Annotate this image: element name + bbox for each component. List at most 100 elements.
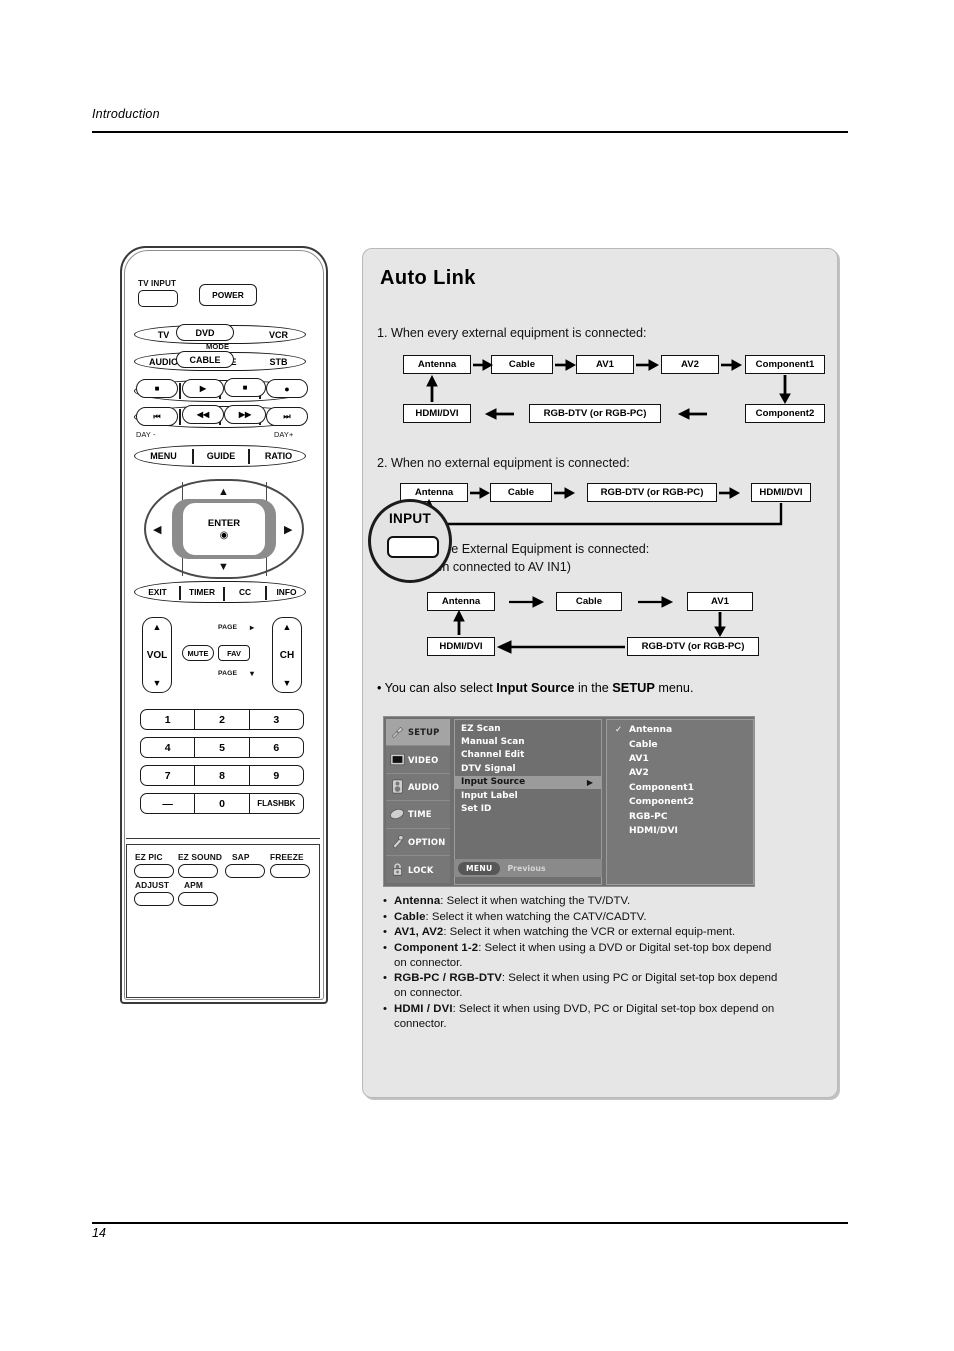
record-stop-icon[interactable]: ■ xyxy=(224,378,266,397)
osd-item-input-source[interactable]: Input Source ▶ xyxy=(455,775,601,789)
osd-item-ez-scan[interactable]: EZ Scan xyxy=(455,722,601,735)
fav-button[interactable]: FAV xyxy=(218,645,250,661)
mode-vcr-button[interactable]: VCR xyxy=(250,326,307,343)
key-0[interactable]: 0 xyxy=(195,794,250,813)
chevron-right-icon: ▶ xyxy=(586,777,593,787)
osd-category-setup[interactable]: SETUP xyxy=(386,719,450,747)
osd-source-av2-label: AV2 xyxy=(629,768,649,779)
rewind-icon[interactable]: ◀◀ xyxy=(182,405,224,424)
key-3[interactable]: 3 xyxy=(250,710,303,729)
page-down-label: PAGE xyxy=(218,670,238,677)
play-icon[interactable]: ▶ xyxy=(182,379,224,398)
skip-back-icon[interactable]: ⏮ xyxy=(136,407,178,426)
ratio-button[interactable]: RATIO xyxy=(250,446,307,466)
osd-item-dtv-signal[interactable]: DTV Signal xyxy=(455,762,601,775)
input-button[interactable] xyxy=(387,536,439,558)
channel-down-icon[interactable]: ▼ xyxy=(283,678,292,688)
channel-rocker[interactable]: ▲ CH ▼ xyxy=(272,617,302,693)
key-5[interactable]: 5 xyxy=(195,738,250,757)
ez-sound-button[interactable] xyxy=(178,864,218,878)
tv-input-button[interactable] xyxy=(138,290,178,307)
timer-button[interactable]: TIMER xyxy=(180,582,224,602)
cc-button[interactable]: CC xyxy=(224,582,266,602)
mode-stb-button[interactable]: STB xyxy=(250,353,307,370)
key-4[interactable]: 4 xyxy=(141,738,196,757)
key-dash[interactable]: — xyxy=(141,794,196,813)
header-divider xyxy=(92,131,848,133)
osd-category-time[interactable]: TIME xyxy=(386,801,450,829)
page-up-icon[interactable]: ▸ xyxy=(250,623,254,632)
skip-forward-icon[interactable]: ⏭ xyxy=(266,407,308,426)
osd-source-component1[interactable]: Component1 xyxy=(607,781,753,795)
menu-button[interactable]: MENU xyxy=(135,446,192,466)
osd-source-antenna-label: Antenna xyxy=(629,725,673,736)
record-icon[interactable]: ● xyxy=(266,379,308,398)
osd-source-cable[interactable]: Cable xyxy=(607,737,753,751)
osd-category-video[interactable]: VIDEO xyxy=(386,746,450,774)
stop-icon[interactable]: ■ xyxy=(136,379,178,398)
keypad-row-4: — 0 FLASHBK xyxy=(140,793,304,814)
freeze-label: FREEZE xyxy=(270,852,304,862)
info-button[interactable]: INFO xyxy=(266,582,307,602)
osd-item-set-id[interactable]: Set ID xyxy=(455,802,601,815)
osd-source-hdmi-dvi[interactable]: HDMI/DVI xyxy=(607,824,753,838)
freeze-button[interactable] xyxy=(270,864,310,878)
osd-category-lock[interactable]: LOCK xyxy=(386,855,450,884)
exit-button[interactable]: EXIT xyxy=(135,582,180,602)
osd-menu-button[interactable]: MENU xyxy=(458,861,501,875)
osd-category-option[interactable]: OPTION xyxy=(386,828,450,856)
osd-previous-bar[interactable]: MENU Previous xyxy=(454,859,602,877)
osd-source-rgb-pc[interactable]: RGB-PC xyxy=(607,809,753,823)
volume-up-icon[interactable]: ▲ xyxy=(153,622,162,632)
dpad-down-icon[interactable]: ▼ xyxy=(218,561,229,573)
volume-rocker[interactable]: ▲ VOL ▼ xyxy=(142,617,172,693)
osd-source-av2[interactable]: AV2 xyxy=(607,766,753,780)
osd-item-channel-edit-label: Channel Edit xyxy=(461,750,525,761)
keypad-row-2: 4 5 6 xyxy=(140,737,304,758)
osd-item-manual-scan[interactable]: Manual Scan xyxy=(455,735,601,748)
volume-down-icon[interactable]: ▼ xyxy=(153,678,162,688)
osd-previous-label: Previous xyxy=(507,863,546,873)
osd-source-antenna[interactable]: ✓ Antenna xyxy=(607,723,753,737)
osd-source-component2[interactable]: Component2 xyxy=(607,795,753,809)
key-1[interactable]: 1 xyxy=(141,710,196,729)
ez-pic-button[interactable] xyxy=(134,864,174,878)
bullet-term-hdmi: HDMI / DVI xyxy=(394,1002,453,1015)
key-flashbk[interactable]: FLASHBK xyxy=(250,794,303,813)
sap-button[interactable] xyxy=(225,864,265,878)
dpad-right-icon[interactable]: ▶ xyxy=(284,523,292,536)
mode-cable-highlight[interactable]: CABLE xyxy=(176,351,234,368)
osd-category-audio[interactable]: AUDIO xyxy=(386,773,450,802)
key-9[interactable]: 9 xyxy=(250,766,303,785)
bullet-term-component: Component 1-2 xyxy=(394,941,479,954)
list-item: Cable: Select it when watching the CATV/… xyxy=(383,910,783,925)
osd-item-input-label[interactable]: Input Label xyxy=(455,789,601,802)
key-6[interactable]: 6 xyxy=(250,738,303,757)
adjust-button[interactable] xyxy=(134,892,174,906)
bullet-term-cable: Cable xyxy=(394,910,426,923)
fast-forward-icon[interactable]: ▶▶ xyxy=(224,405,266,424)
guide-button[interactable]: GUIDE xyxy=(192,446,250,466)
osd-source-component1-label: Component1 xyxy=(629,782,694,793)
key-8[interactable]: 8 xyxy=(195,766,250,785)
dpad-left-icon[interactable]: ◀ xyxy=(153,523,161,536)
page-down-icon[interactable]: ▾ xyxy=(250,669,254,678)
channel-up-icon[interactable]: ▲ xyxy=(283,622,292,632)
mode-dvd-highlight[interactable]: DVD xyxy=(176,324,234,341)
power-button[interactable]: POWER xyxy=(199,284,257,306)
osd-source-av1[interactable]: AV1 xyxy=(607,752,753,766)
key-7[interactable]: 7 xyxy=(141,766,196,785)
enter-button[interactable]: ENTER ◉ xyxy=(183,503,265,555)
input-source-note: • You can also select Input Source in th… xyxy=(377,680,693,695)
osd-item-channel-edit[interactable]: Channel Edit xyxy=(455,749,601,762)
dpad-up-icon[interactable]: ▲ xyxy=(218,486,229,498)
key-2[interactable]: 2 xyxy=(195,710,250,729)
list-item: AV1, AV2: Select it when watching the VC… xyxy=(383,925,783,940)
mute-button[interactable]: MUTE xyxy=(182,645,214,661)
note-bold-input-source: Input Source xyxy=(496,680,575,695)
osd-category-time-label: TIME xyxy=(408,809,432,820)
apm-button[interactable] xyxy=(178,892,218,906)
channel-label: CH xyxy=(279,649,295,661)
bullet-term-antenna: Antenna xyxy=(394,895,441,907)
video-icon xyxy=(386,753,408,766)
